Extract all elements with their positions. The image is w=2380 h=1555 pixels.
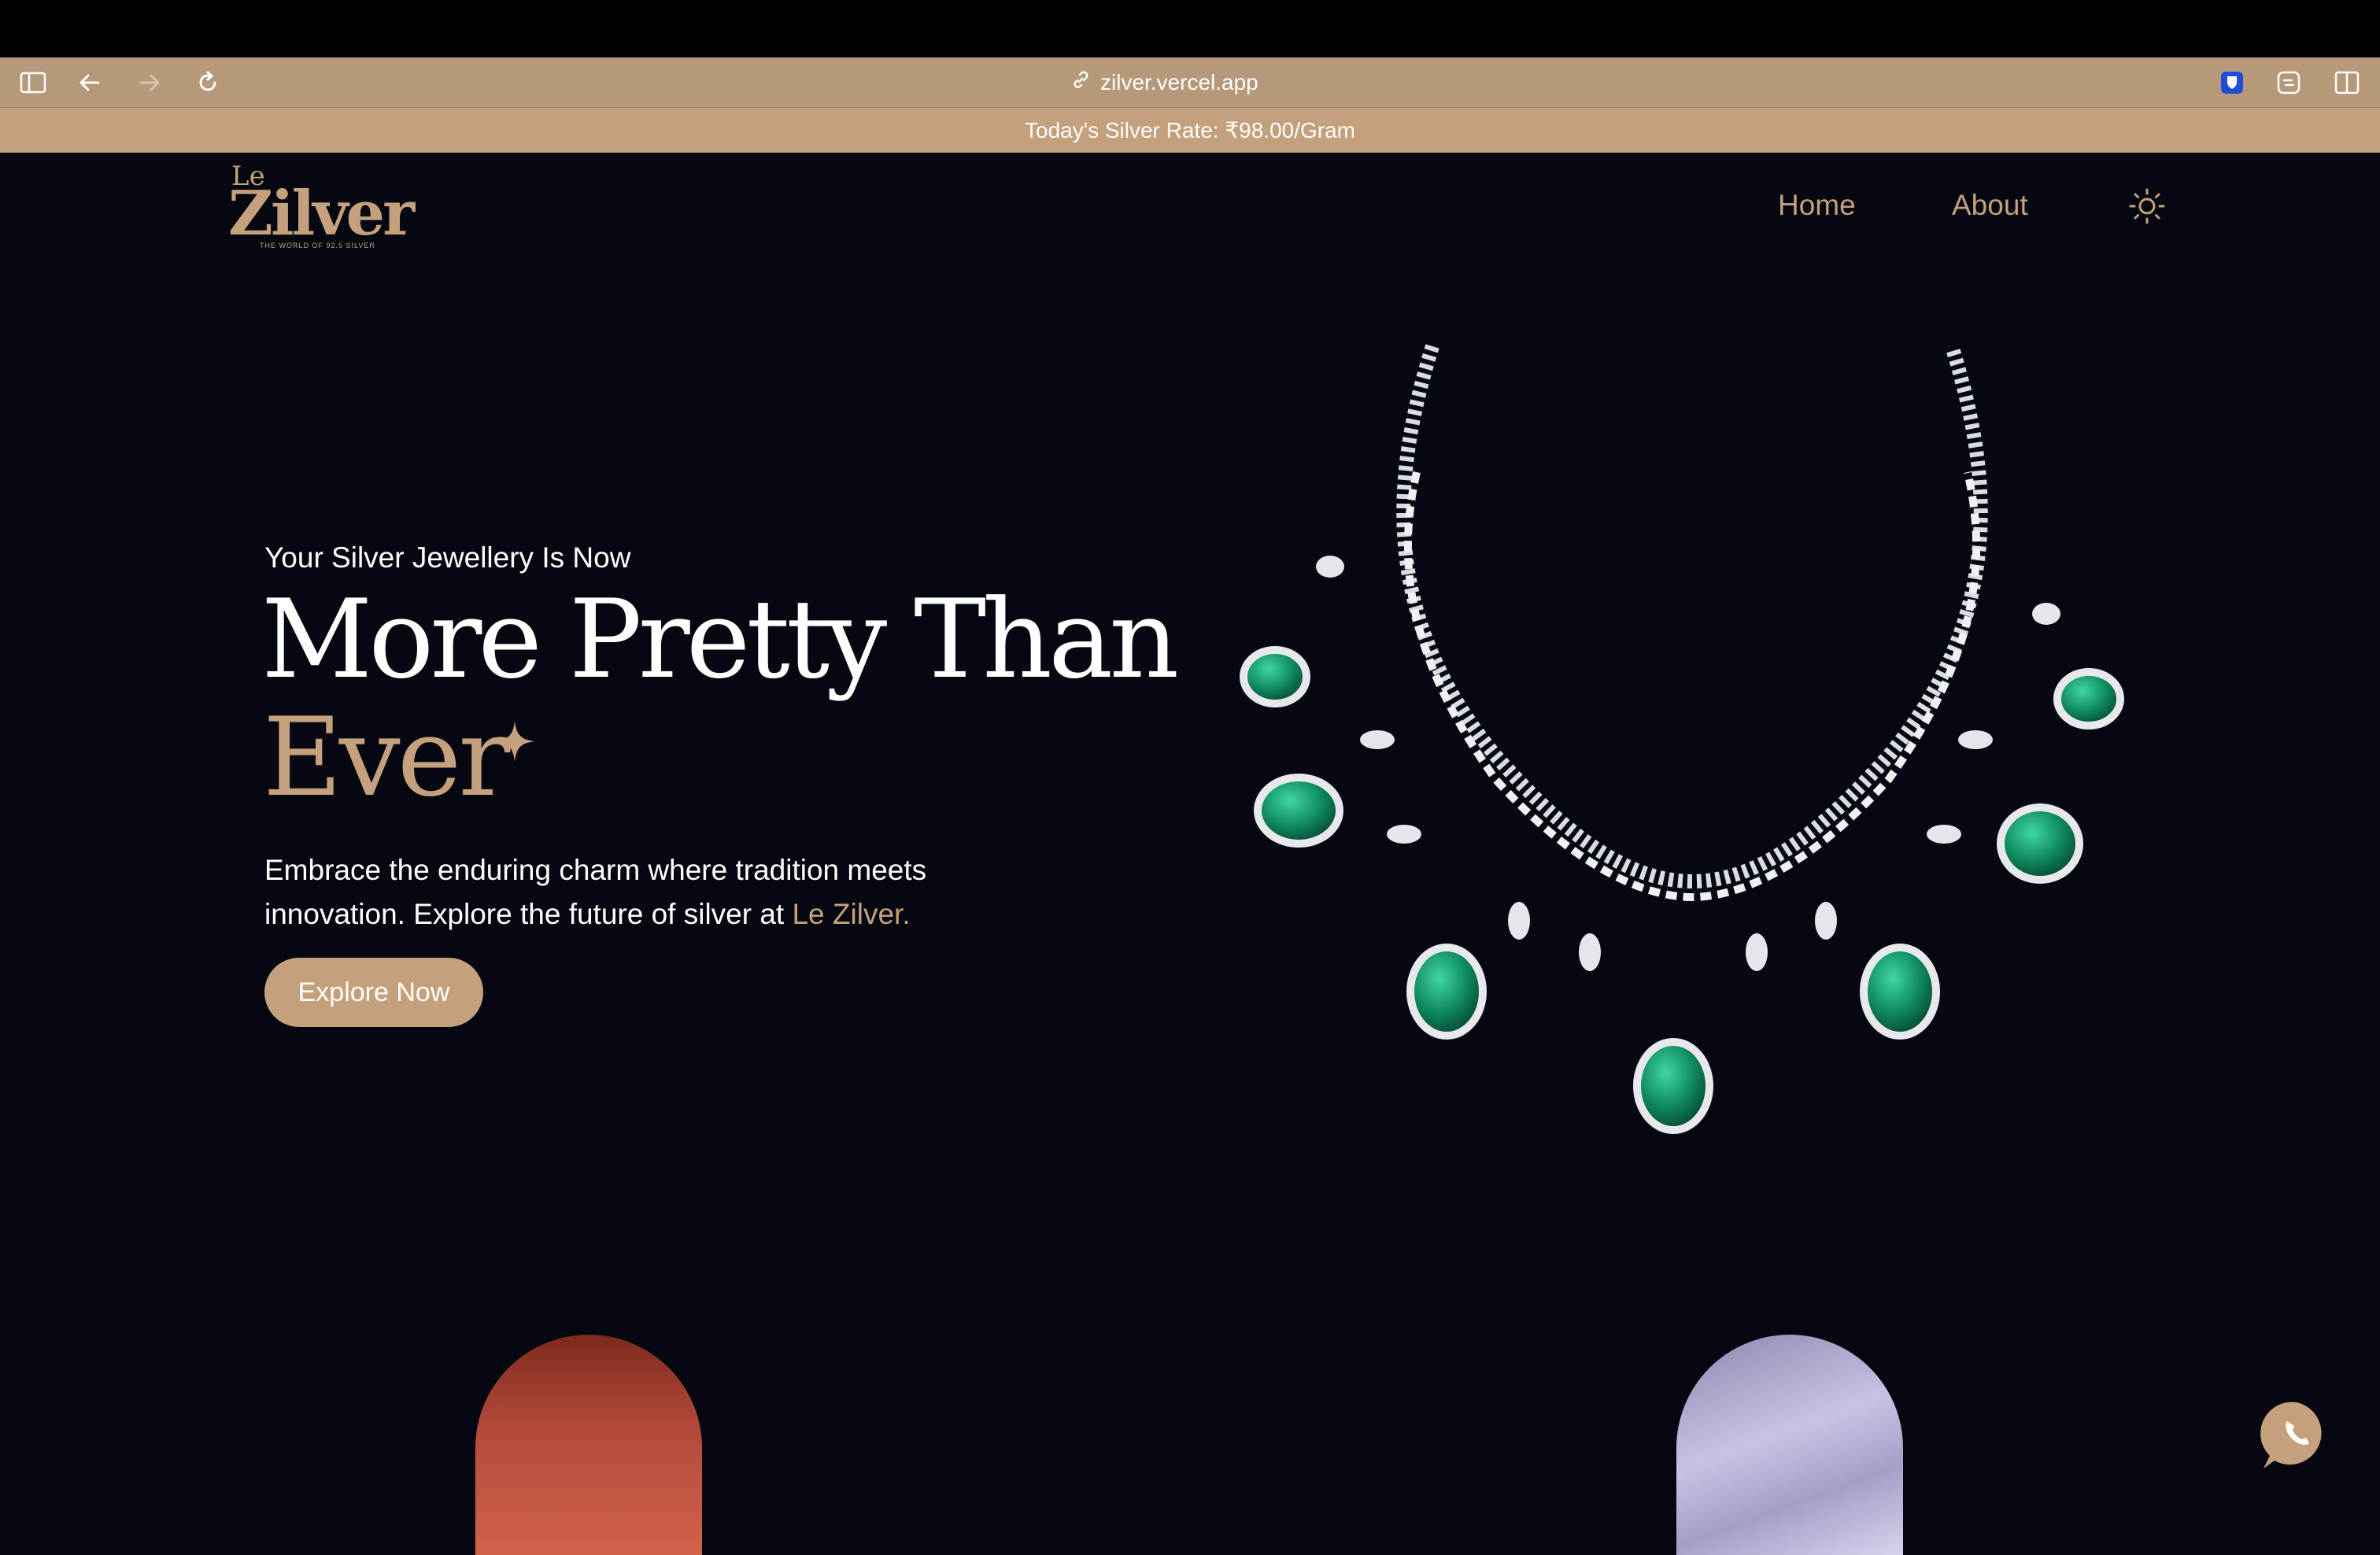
hero-title-line2: Ever: [263, 694, 510, 821]
whatsapp-icon[interactable]: [2259, 1398, 2334, 1473]
hero-description-brand: Le Zilver.: [792, 898, 911, 930]
link-icon: [1070, 70, 1091, 96]
silver-rate-banner: Today's Silver Rate: ₹98.00/Gram: [0, 108, 2380, 153]
logo-tagline: THE WORLD OF 92.5 SILVER: [260, 242, 375, 249]
sun-icon[interactable]: [2128, 187, 2166, 225]
url-text: zilver.vercel.app: [1100, 70, 1258, 94]
sidebar-icon[interactable]: [19, 68, 47, 97]
address-bar[interactable]: zilver.vercel.app: [1070, 57, 1306, 108]
hero-title-line1: More Pretty Than: [261, 576, 1179, 703]
password-manager-icon[interactable]: [2218, 68, 2246, 97]
category-image-right[interactable]: [1676, 1335, 1903, 1555]
category-image-left[interactable]: [475, 1335, 702, 1555]
nav-about-link[interactable]: About: [1952, 189, 2028, 222]
browser-toolbar: zilver.vercel.app: [0, 57, 2380, 108]
nav-home-link[interactable]: Home: [1778, 189, 1856, 222]
forward-icon[interactable]: [135, 68, 164, 97]
sparkle-icon: [493, 719, 537, 763]
hero-subtitle: Your Silver Jewellery Is Now: [264, 541, 631, 574]
hero-description: Embrace the enduring charm where traditi…: [264, 848, 973, 936]
system-top-bar: [0, 0, 2380, 57]
back-icon[interactable]: [76, 68, 104, 97]
split-view-icon[interactable]: [2333, 68, 2361, 97]
reload-icon[interactable]: [194, 68, 222, 97]
extension-icon[interactable]: [2275, 68, 2303, 97]
silver-rate-text: Today's Silver Rate: ₹98.00/Gram: [1025, 118, 1355, 142]
logo-name: Zilver: [228, 178, 415, 249]
explore-now-button[interactable]: Explore Now: [264, 958, 483, 1027]
brand-logo[interactable]: Le Zilver THE WORLD OF 92.5 SILVER: [228, 161, 415, 255]
necklace-image: [1240, 344, 2124, 1134]
